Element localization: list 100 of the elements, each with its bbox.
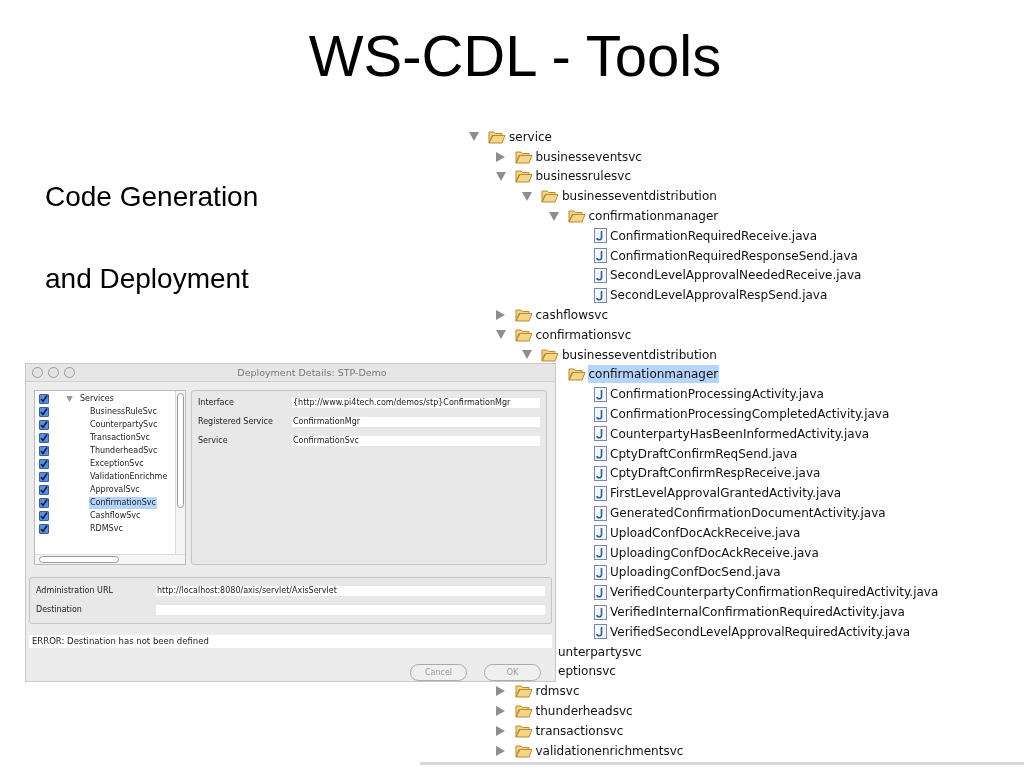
java-file-icon xyxy=(594,248,607,264)
java-file-icon xyxy=(594,406,607,422)
tree-item[interactable]: SecondLevelApprovalNeededReceive.java xyxy=(609,266,863,285)
tree-item[interactable]: CounterpartySvc xyxy=(89,418,159,431)
field-label: Interface xyxy=(198,397,235,410)
input-field[interactable]: ConfirmationSvc xyxy=(292,436,540,447)
java-file-icon xyxy=(594,584,607,600)
collapsed-arrow-icon[interactable] xyxy=(496,706,505,716)
checkbox[interactable] xyxy=(39,419,49,430)
tree-item[interactable]: ApprovalSvc xyxy=(89,483,141,496)
tree-item[interactable]: ConfirmationRequiredReceive.java xyxy=(609,226,818,245)
tree-item[interactable]: businesseventdistribution xyxy=(561,345,718,364)
tree-item[interactable]: cashflowsvc xyxy=(534,306,609,325)
tree-item[interactable]: eptionsvc xyxy=(557,662,617,681)
tree-item[interactable]: CounterpartyHasBeenInformedActivity.java xyxy=(609,424,871,443)
expanded-arrow-icon[interactable] xyxy=(522,191,532,201)
tree-item[interactable]: VerifiedCounterpartyConfirmationRequiredActivity.java xyxy=(609,583,940,602)
tree-item[interactable]: thunderheadsvc xyxy=(534,702,634,720)
tree-item[interactable]: validationenrichmentsvc xyxy=(534,741,685,760)
tree-item[interactable]: VerifiedInternalConfirmationRequiredActivity.java xyxy=(609,603,906,621)
expanded-arrow-icon[interactable] xyxy=(495,172,506,181)
field-label: Registered Service xyxy=(198,416,274,429)
checkbox[interactable] xyxy=(39,484,49,495)
java-file-icon xyxy=(594,624,607,640)
checkbox[interactable] xyxy=(39,497,49,508)
tree-item[interactable]: confirmationmanager xyxy=(587,365,720,384)
field-label: Destination xyxy=(36,604,83,616)
tree-item[interactable]: RDMSvc xyxy=(89,522,124,535)
field-label: Service xyxy=(198,435,229,448)
tree-item[interactable]: ExceptionSvc xyxy=(89,457,145,470)
tree-item[interactable]: confirmationsvc xyxy=(534,325,633,344)
tree-item[interactable]: CptyDraftConfirmReqSend.java xyxy=(609,444,799,463)
tree-item[interactable]: confirmationmanager xyxy=(587,207,720,226)
tree-item[interactable]: FirstLevelApprovalGrantedActivity.java xyxy=(609,484,843,503)
expanded-arrow-icon[interactable] xyxy=(495,330,506,340)
folder-icon xyxy=(488,129,506,144)
expanded-arrow-icon[interactable] xyxy=(66,395,73,402)
tree-item[interactable]: ThunderheadSvc xyxy=(89,444,159,457)
java-file-icon xyxy=(594,386,607,402)
tree-item[interactable]: ValidationEnrichme xyxy=(89,470,169,483)
window-control-icon[interactable] xyxy=(64,367,75,379)
vertical-scrollbar[interactable] xyxy=(175,391,185,554)
tree-item[interactable]: UploadConfDocAckReceive.java xyxy=(609,523,802,542)
window-control-icon[interactable] xyxy=(48,367,59,379)
checkbox[interactable] xyxy=(39,406,49,417)
folder-icon xyxy=(514,169,533,184)
tree-item[interactable]: UploadingConfDocAckReceive.java xyxy=(609,543,820,562)
tree-item[interactable]: unterpartysvc xyxy=(557,642,643,661)
tree-item[interactable]: service xyxy=(508,127,553,146)
tree-item[interactable]: VerifiedSecondLevelApprovalRequiredActivity.java xyxy=(609,622,912,641)
tree-item[interactable]: transactionsvc xyxy=(534,721,625,740)
checkbox[interactable] xyxy=(39,510,49,521)
java-file-icon xyxy=(594,545,607,561)
horizontal-scrollbar[interactable] xyxy=(35,554,185,564)
checkbox[interactable] xyxy=(39,523,49,534)
java-file-icon xyxy=(594,446,607,462)
expanded-arrow-icon[interactable] xyxy=(548,211,559,221)
tree-item[interactable]: ConfirmationProcessingActivity.java xyxy=(609,385,825,404)
tree-item[interactable]: CptyDraftConfirmRespReceive.java xyxy=(609,464,822,483)
tree-item[interactable]: rdmsvc xyxy=(534,682,581,701)
collapsed-arrow-icon[interactable] xyxy=(496,725,505,736)
input-field[interactable]: http://localhost:8080/axis/servlet/AxisServlet xyxy=(156,586,545,596)
tree-item[interactable]: GeneratedConfirmationDocumentActivity.java xyxy=(609,504,887,523)
checkbox[interactable] xyxy=(39,471,49,482)
checkbox[interactable] xyxy=(39,393,49,404)
tree-item[interactable]: CashflowSvc xyxy=(89,509,142,522)
expanded-arrow-icon[interactable] xyxy=(469,132,479,142)
collapsed-arrow-icon[interactable] xyxy=(496,745,505,756)
folder-icon xyxy=(514,684,533,699)
field-label: Administration URL xyxy=(36,585,114,597)
checkbox[interactable] xyxy=(39,432,49,443)
tree-item[interactable]: ConfirmationProcessingCompletedActivity.java xyxy=(609,405,891,424)
expanded-arrow-icon[interactable] xyxy=(522,350,532,360)
window-control-icon[interactable] xyxy=(32,367,43,379)
folder-icon xyxy=(541,189,559,204)
collapsed-arrow-icon[interactable] xyxy=(496,310,505,321)
tree-item[interactable]: ConfirmationSvc xyxy=(89,496,157,509)
input-field[interactable]: ConfirmationMgr xyxy=(292,417,540,428)
tree-item[interactable]: businessrulesvc xyxy=(534,167,632,186)
collapsed-arrow-icon[interactable] xyxy=(496,151,505,162)
tree-item[interactable]: BusinessRuleSvc xyxy=(89,405,158,418)
tree-item[interactable]: TransactionSvc xyxy=(89,431,151,444)
folder-icon xyxy=(514,308,533,323)
checkbox[interactable] xyxy=(39,458,49,469)
collapsed-arrow-icon[interactable] xyxy=(496,686,505,697)
folder-icon xyxy=(541,347,559,362)
tree-item[interactable]: SecondLevelApprovalRespSend.java xyxy=(609,286,829,305)
status-message: ERROR: Destination has not been defined xyxy=(29,635,552,648)
tree-item[interactable]: UploadingConfDocSend.java xyxy=(609,563,782,582)
window-title: Deployment Details: STP-Demo xyxy=(237,365,387,380)
input-field[interactable]: {http://www.pi4tech.com/demos/stp}ConfirmationMgr xyxy=(292,398,540,409)
folder-icon xyxy=(514,704,533,718)
checkbox[interactable] xyxy=(39,445,49,456)
tree-item[interactable]: Services xyxy=(80,392,114,405)
tree-item[interactable]: businesseventsvc xyxy=(534,147,643,166)
tree-item[interactable]: ConfirmationRequiredResponseSend.java xyxy=(609,246,859,265)
tree-item[interactable]: businesseventdistribution xyxy=(561,187,718,206)
java-file-icon xyxy=(594,426,607,442)
folder-icon xyxy=(514,743,533,758)
slide-text: Code Generation xyxy=(45,181,259,213)
